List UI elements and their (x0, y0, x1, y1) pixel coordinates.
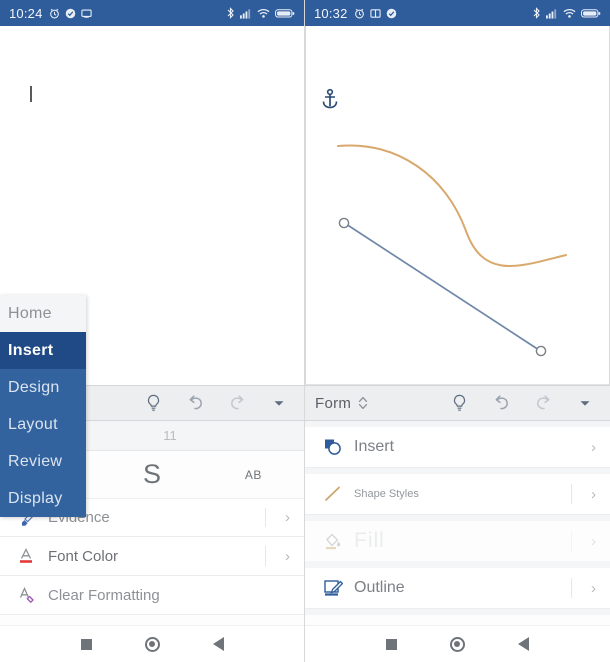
chevron-down-icon[interactable] (574, 392, 596, 414)
right-status-bar: 10:32 (305, 0, 610, 26)
chevron-right-icon: › (285, 509, 290, 526)
redo-icon[interactable] (532, 392, 554, 414)
line-handle-start (338, 217, 350, 229)
right-status-right-icons (532, 7, 601, 19)
undo-icon[interactable] (184, 392, 206, 414)
list-item-label: Clear Formatting (48, 586, 160, 604)
line-shape (345, 223, 540, 351)
recents-button[interactable] (386, 638, 398, 650)
tab-menu-item-design[interactable]: Design (0, 369, 86, 406)
list-item-insert[interactable]: Insert › (305, 427, 610, 468)
dual-screenshot: 10:24 11 S AB Evidence › Font Color › Cl… (0, 0, 610, 662)
screenshot-icon (80, 8, 92, 19)
curve-shape (337, 144, 567, 267)
list-item-label: Outline (354, 579, 405, 596)
list-item-label: Fill (354, 529, 385, 552)
recents-button[interactable] (81, 638, 93, 650)
lightbulb-icon[interactable] (142, 392, 164, 414)
chevron-down-icon[interactable] (268, 392, 290, 414)
chevron-right-icon: › (591, 579, 596, 597)
left-ribbon-tools (142, 392, 294, 414)
line-handle-end (535, 345, 547, 357)
font-size-value: 11 (163, 428, 177, 443)
clear-formatting-icon (14, 584, 40, 606)
list-item-label: Font Color (48, 547, 119, 565)
outline-pen-icon (319, 576, 347, 600)
bluetooth-icon (226, 7, 235, 19)
list-item-clear-formatting[interactable]: Clear Formatting (0, 576, 304, 615)
text-cursor (30, 86, 32, 102)
back-button[interactable] (212, 637, 224, 651)
tab-menu-item-display[interactable]: Display (0, 480, 86, 517)
home-button[interactable] (449, 636, 465, 652)
text-case-button[interactable]: AB (203, 468, 304, 482)
tab-updown-chevron-icon[interactable] (357, 395, 369, 411)
battery-icon (275, 8, 295, 19)
list-item-shape-styles[interactable]: Shape Styles › (305, 474, 610, 515)
row-separator (265, 508, 266, 527)
right-shape-canvas[interactable] (305, 26, 610, 385)
right-status-icon-group (354, 8, 397, 19)
row-separator (571, 531, 572, 551)
list-item-outline[interactable]: Outline › (305, 568, 610, 609)
home-button[interactable] (144, 636, 160, 652)
wifi-icon (257, 8, 270, 19)
left-status-clock: 10:24 (9, 5, 43, 21)
left-navigation-bar (0, 625, 304, 662)
left-status-bar: 10:24 (0, 0, 304, 26)
list-item-fill[interactable]: Fill › (305, 521, 610, 562)
lightbulb-icon[interactable] (448, 392, 470, 414)
bluetooth-icon (532, 7, 541, 19)
tab-menu-item-home[interactable]: Home (0, 295, 86, 332)
ribbon-tab-menu[interactable]: Home Insert Design Layout Review Display (0, 295, 86, 517)
screenshot-icon (369, 8, 381, 19)
row-separator (265, 546, 266, 566)
signal-icon (546, 8, 558, 19)
left-pane: 10:24 11 S AB Evidence › Font Color › Cl… (0, 0, 305, 662)
chevron-right-icon: › (591, 438, 596, 456)
right-ribbon-tools (448, 392, 600, 414)
tab-menu-item-review[interactable]: Review (0, 443, 86, 480)
undo-icon[interactable] (490, 392, 512, 414)
check-circle-icon (386, 8, 397, 19)
tab-menu-item-layout[interactable]: Layout (0, 406, 86, 443)
list-item-label: Shape Styles (354, 488, 419, 500)
alarm-icon (49, 8, 60, 19)
alarm-icon (354, 8, 365, 19)
left-status-right-icons (226, 7, 295, 19)
chevron-right-icon: › (591, 485, 596, 503)
row-separator (571, 484, 572, 504)
signal-icon (240, 8, 252, 19)
right-navigation-bar (305, 625, 610, 662)
row-separator (571, 578, 572, 598)
insert-shape-icon (319, 435, 347, 459)
battery-icon (581, 8, 601, 19)
shape-styles-icon (319, 482, 347, 506)
right-active-tab-label[interactable]: Form (315, 395, 351, 412)
wifi-icon (563, 8, 576, 19)
right-status-clock: 10:32 (314, 5, 348, 21)
canvas-shapes (337, 144, 567, 357)
right-pane: 10:32 Form Insert › Shape Styles › Fill … (305, 0, 610, 662)
check-circle-icon (65, 8, 76, 19)
chevron-right-icon: › (591, 532, 596, 550)
tab-menu-item-insert[interactable]: Insert (0, 332, 86, 369)
list-item-label: Insert (354, 438, 395, 455)
list-item-font-color[interactable]: Font Color › (0, 537, 304, 576)
right-ribbon-bar: Form (305, 385, 610, 421)
font-color-icon (14, 545, 40, 567)
redo-icon[interactable] (226, 392, 248, 414)
left-status-icon-group (49, 8, 92, 19)
fill-bucket-icon (319, 529, 347, 553)
strikethrough-button[interactable]: S (101, 459, 202, 490)
back-button[interactable] (517, 637, 529, 651)
chevron-right-icon: › (285, 547, 290, 565)
